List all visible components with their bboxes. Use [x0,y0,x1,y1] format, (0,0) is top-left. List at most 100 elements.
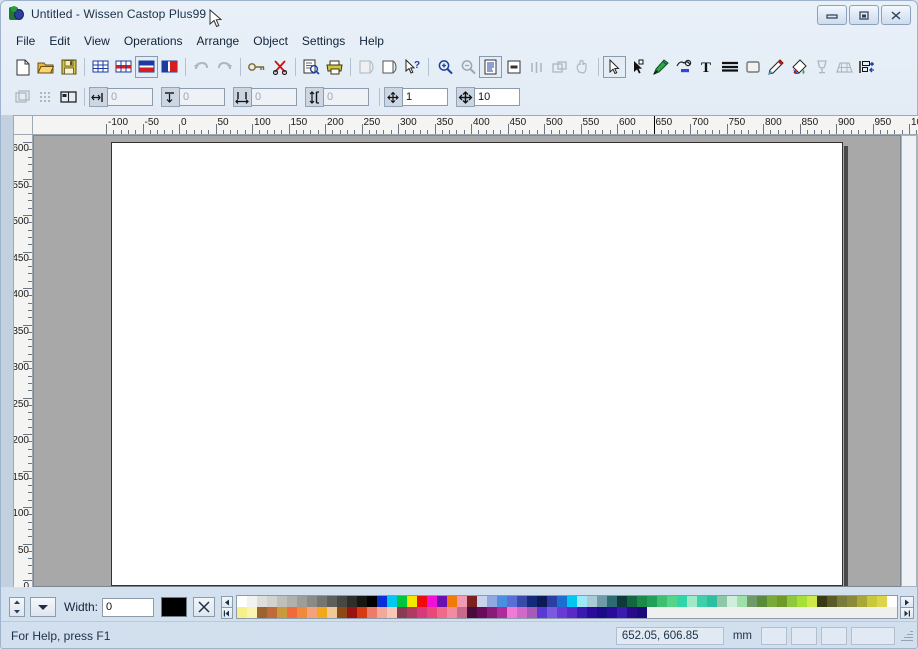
palette-swatch[interactable] [287,596,298,607]
lines-tool-icon[interactable] [718,56,741,78]
palette-swatch[interactable] [537,596,548,607]
baseline-field[interactable] [251,88,297,106]
palette-swatch[interactable] [727,596,738,607]
palette-swatch[interactable] [347,607,358,618]
palette-swatch[interactable] [757,596,768,607]
palette-swatch[interactable] [587,607,598,618]
palette-swatch[interactable] [607,596,618,607]
palette-swatch[interactable] [457,596,468,607]
palette-swatch[interactable] [357,596,368,607]
print-icon[interactable] [323,56,346,78]
layout-split-icon[interactable] [135,56,158,78]
palette-swatch[interactable] [617,596,628,607]
palette-swatch[interactable] [677,596,688,607]
print-preview-icon[interactable] [300,56,323,78]
palette-swatch[interactable] [237,607,248,618]
move-small-icon[interactable] [384,87,403,107]
menu-item-arrange[interactable]: Arrange [190,32,247,50]
vertical-size-icon[interactable] [305,87,324,107]
palette-swatch[interactable] [617,607,628,618]
palette-swatch[interactable] [267,607,278,618]
palette-swatch[interactable] [277,607,288,618]
palette-swatch[interactable] [317,596,328,607]
palette-swatch[interactable] [577,607,588,618]
palette-swatch[interactable] [517,607,528,618]
layout-rows-icon[interactable] [112,56,135,78]
mesh-icon[interactable] [833,56,856,78]
palette-swatch[interactable] [567,607,578,618]
palette-swatch[interactable] [397,596,408,607]
layout-columns-icon[interactable] [158,56,181,78]
palette-swatch[interactable] [327,596,338,607]
palette-swatch[interactable] [527,596,538,607]
palette-swatch[interactable] [807,596,818,607]
palette-swatch[interactable] [567,596,578,607]
palette-swatch[interactable] [447,596,458,607]
palette-swatch[interactable] [467,607,478,618]
drawing-canvas[interactable] [33,135,901,587]
palette-swatch[interactable] [387,596,398,607]
palette-swatch[interactable] [277,596,288,607]
palette-swatch[interactable] [377,607,388,618]
palette-swatch[interactable] [387,607,398,618]
object-copy-icon[interactable] [11,86,34,108]
palette-scroll-home[interactable] [221,607,234,619]
palette-swatch[interactable] [307,607,318,618]
palette-swatch[interactable] [747,596,758,607]
pan-hand-icon[interactable] [571,56,594,78]
color-palette[interactable] [236,595,899,619]
minimize-button[interactable] [817,5,847,25]
cut-scissors-icon[interactable] [268,56,291,78]
close-button[interactable] [881,5,911,25]
palette-swatch[interactable] [327,607,338,618]
menu-item-file[interactable]: File [9,32,42,50]
palette-swatch[interactable] [657,596,668,607]
palette-swatch[interactable] [827,596,838,607]
outline-pen-icon[interactable] [764,56,787,78]
palette-swatch[interactable] [537,607,548,618]
palette-swatch[interactable] [647,596,658,607]
height-arrow-icon[interactable] [161,87,180,107]
page-import-icon[interactable] [355,56,378,78]
palette-swatch[interactable] [837,596,848,607]
resize-grip-icon[interactable] [899,629,913,643]
freehand-pen-icon[interactable] [649,56,672,78]
palette-swatch[interactable] [547,596,558,607]
width-arrow-icon[interactable] [89,87,108,107]
palette-swatch[interactable] [427,607,438,618]
fill-bucket-icon[interactable] [787,56,810,78]
zoom-out-icon[interactable] [456,56,479,78]
palette-swatch[interactable] [707,596,718,607]
palette-swatch[interactable] [687,596,698,607]
pick-arrow-icon[interactable] [603,56,626,78]
palette-swatch[interactable] [627,596,638,607]
palette-swatch[interactable] [267,596,278,607]
palette-swatch[interactable] [317,607,328,618]
palette-swatch[interactable] [487,596,498,607]
palette-swatch[interactable] [547,607,558,618]
baseline-icon[interactable] [233,87,252,107]
text-tool-icon[interactable]: T [695,56,718,78]
palette-swatch[interactable] [447,607,458,618]
palette-swatch[interactable] [307,596,318,607]
palette-swatch[interactable] [717,596,728,607]
palette-swatch[interactable] [867,596,878,607]
duplicate-icon[interactable] [548,56,571,78]
new-file-icon[interactable] [11,56,34,78]
menu-item-help[interactable]: Help [352,32,391,50]
palette-swatch[interactable] [627,607,638,618]
palette-swatch[interactable] [577,596,588,607]
palette-swatch[interactable] [397,607,408,618]
palette-swatch[interactable] [437,596,448,607]
grid-snap-icon[interactable] [34,86,57,108]
palette-swatch[interactable] [817,596,828,607]
object-frame-icon[interactable] [57,86,80,108]
palette-swatch[interactable] [847,596,858,607]
palette-swatch[interactable] [777,596,788,607]
palette-swatch[interactable] [497,596,508,607]
palette-swatch[interactable] [507,596,518,607]
palette-swatch[interactable] [607,607,618,618]
palette-swatch[interactable] [337,607,348,618]
palette-swatch[interactable] [557,607,568,618]
palette-swatch[interactable] [407,596,418,607]
